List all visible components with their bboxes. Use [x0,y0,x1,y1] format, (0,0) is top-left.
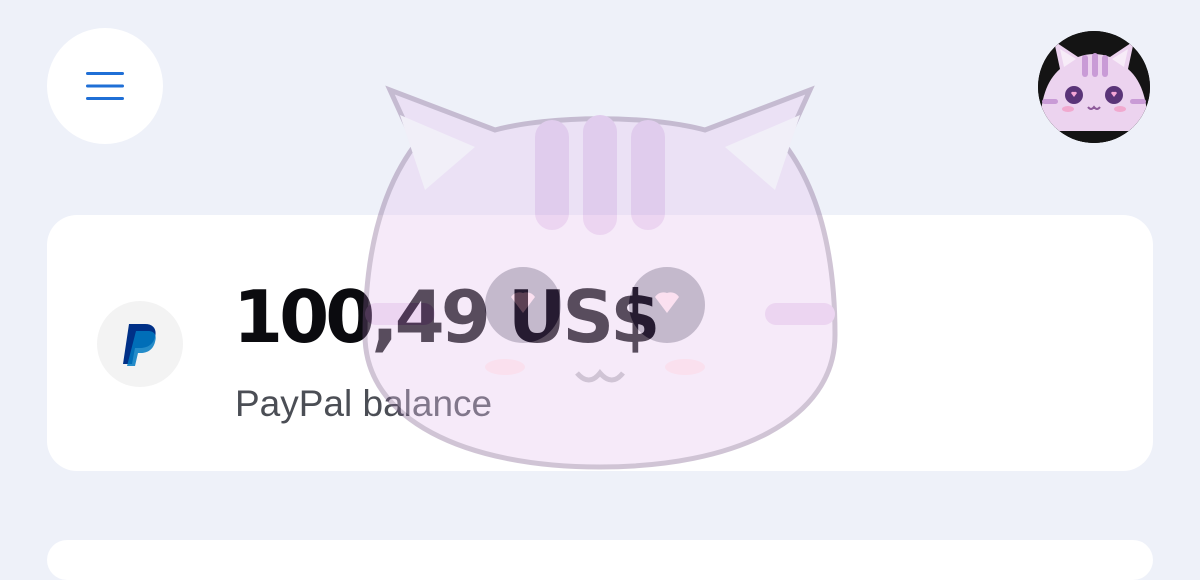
next-card[interactable] [47,540,1153,580]
paypal-logo [97,301,183,387]
paypal-balance-card[interactable]: 100,49 US$ PayPal balance [47,215,1153,471]
balance-amount: 100,49 US$ [233,275,660,359]
hamburger-menu-icon [86,72,124,100]
cat-avatar-icon [1038,31,1150,143]
paypal-logo-icon [123,324,156,366]
avatar[interactable] [1038,31,1150,143]
balance-label: PayPal balance [235,383,493,424]
menu-button[interactable] [47,28,163,144]
